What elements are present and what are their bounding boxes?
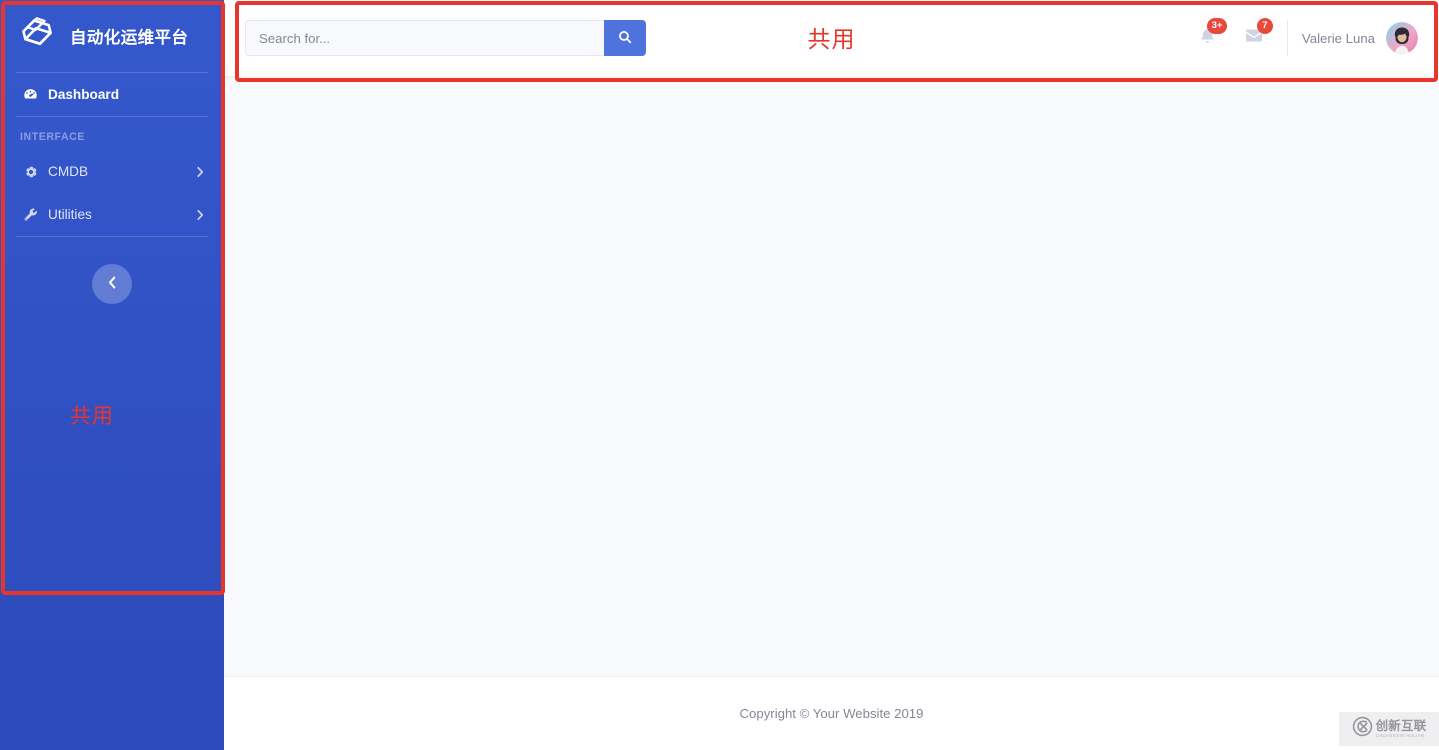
brand-title: 自动化运维平台 [70, 24, 188, 48]
page-content-area [224, 76, 1439, 676]
user-menu[interactable]: Valerie Luna [1302, 22, 1418, 54]
tachometer-icon [22, 87, 39, 102]
cx-logo-icon [1352, 716, 1373, 742]
alerts-badge: 3+ [1207, 18, 1227, 34]
sidebar-divider-bottom [16, 236, 208, 237]
footer-copyright: Copyright © Your Website 2019 [740, 706, 924, 721]
watermark-en-text: CHUANGXIN HULIAN [1376, 734, 1427, 738]
topbar-right-group: 3+ 7 Valerie Luna [1185, 0, 1439, 76]
app-root: 自动化运维平台 Dashboard INTERFACE CMDB [0, 0, 1439, 750]
footer: Copyright © Your Website 2019 [224, 676, 1439, 750]
sidebar-item-utilities[interactable]: Utilities [0, 193, 224, 236]
sidebar-heading-interface: INTERFACE [0, 117, 224, 150]
chevron-right-icon [197, 166, 204, 177]
sidebar-item-cmdb[interactable]: CMDB [0, 150, 224, 193]
content-wrapper: 共用 3+ [224, 0, 1439, 750]
search-button[interactable] [604, 20, 646, 56]
cog-icon [22, 165, 39, 179]
sidebar-annotation: 共用 [70, 400, 114, 430]
alerts-button[interactable]: 3+ [1185, 0, 1231, 76]
messages-badge: 7 [1257, 18, 1273, 34]
avatar [1386, 22, 1418, 54]
sidebar: 自动化运维平台 Dashboard INTERFACE CMDB [0, 0, 224, 750]
search-icon [618, 30, 632, 47]
sidebar-item-label: CMDB [48, 164, 88, 179]
search-input[interactable] [245, 20, 604, 56]
sidebar-toggle-button[interactable] [92, 264, 132, 304]
sidebar-toggle-wrapper [0, 264, 224, 304]
messages-button[interactable]: 7 [1231, 0, 1277, 76]
wrench-icon [22, 208, 39, 222]
sidebar-item-label: Utilities [48, 207, 92, 222]
topbar-divider [1287, 20, 1288, 56]
brand-link[interactable]: 自动化运维平台 [0, 0, 224, 72]
chevron-right-icon [197, 209, 204, 220]
user-name: Valerie Luna [1302, 31, 1375, 46]
layers-cube-icon [14, 12, 62, 60]
watermark: 创新互联 CHUANGXIN HULIAN [1339, 712, 1439, 746]
watermark-cn-text: 创新互联 [1376, 720, 1427, 733]
sidebar-item-label: Dashboard [48, 87, 119, 102]
sidebar-item-dashboard[interactable]: Dashboard [0, 73, 224, 116]
chevron-left-icon [108, 276, 117, 292]
topbar: 共用 3+ [224, 0, 1439, 76]
search-form [245, 20, 646, 56]
